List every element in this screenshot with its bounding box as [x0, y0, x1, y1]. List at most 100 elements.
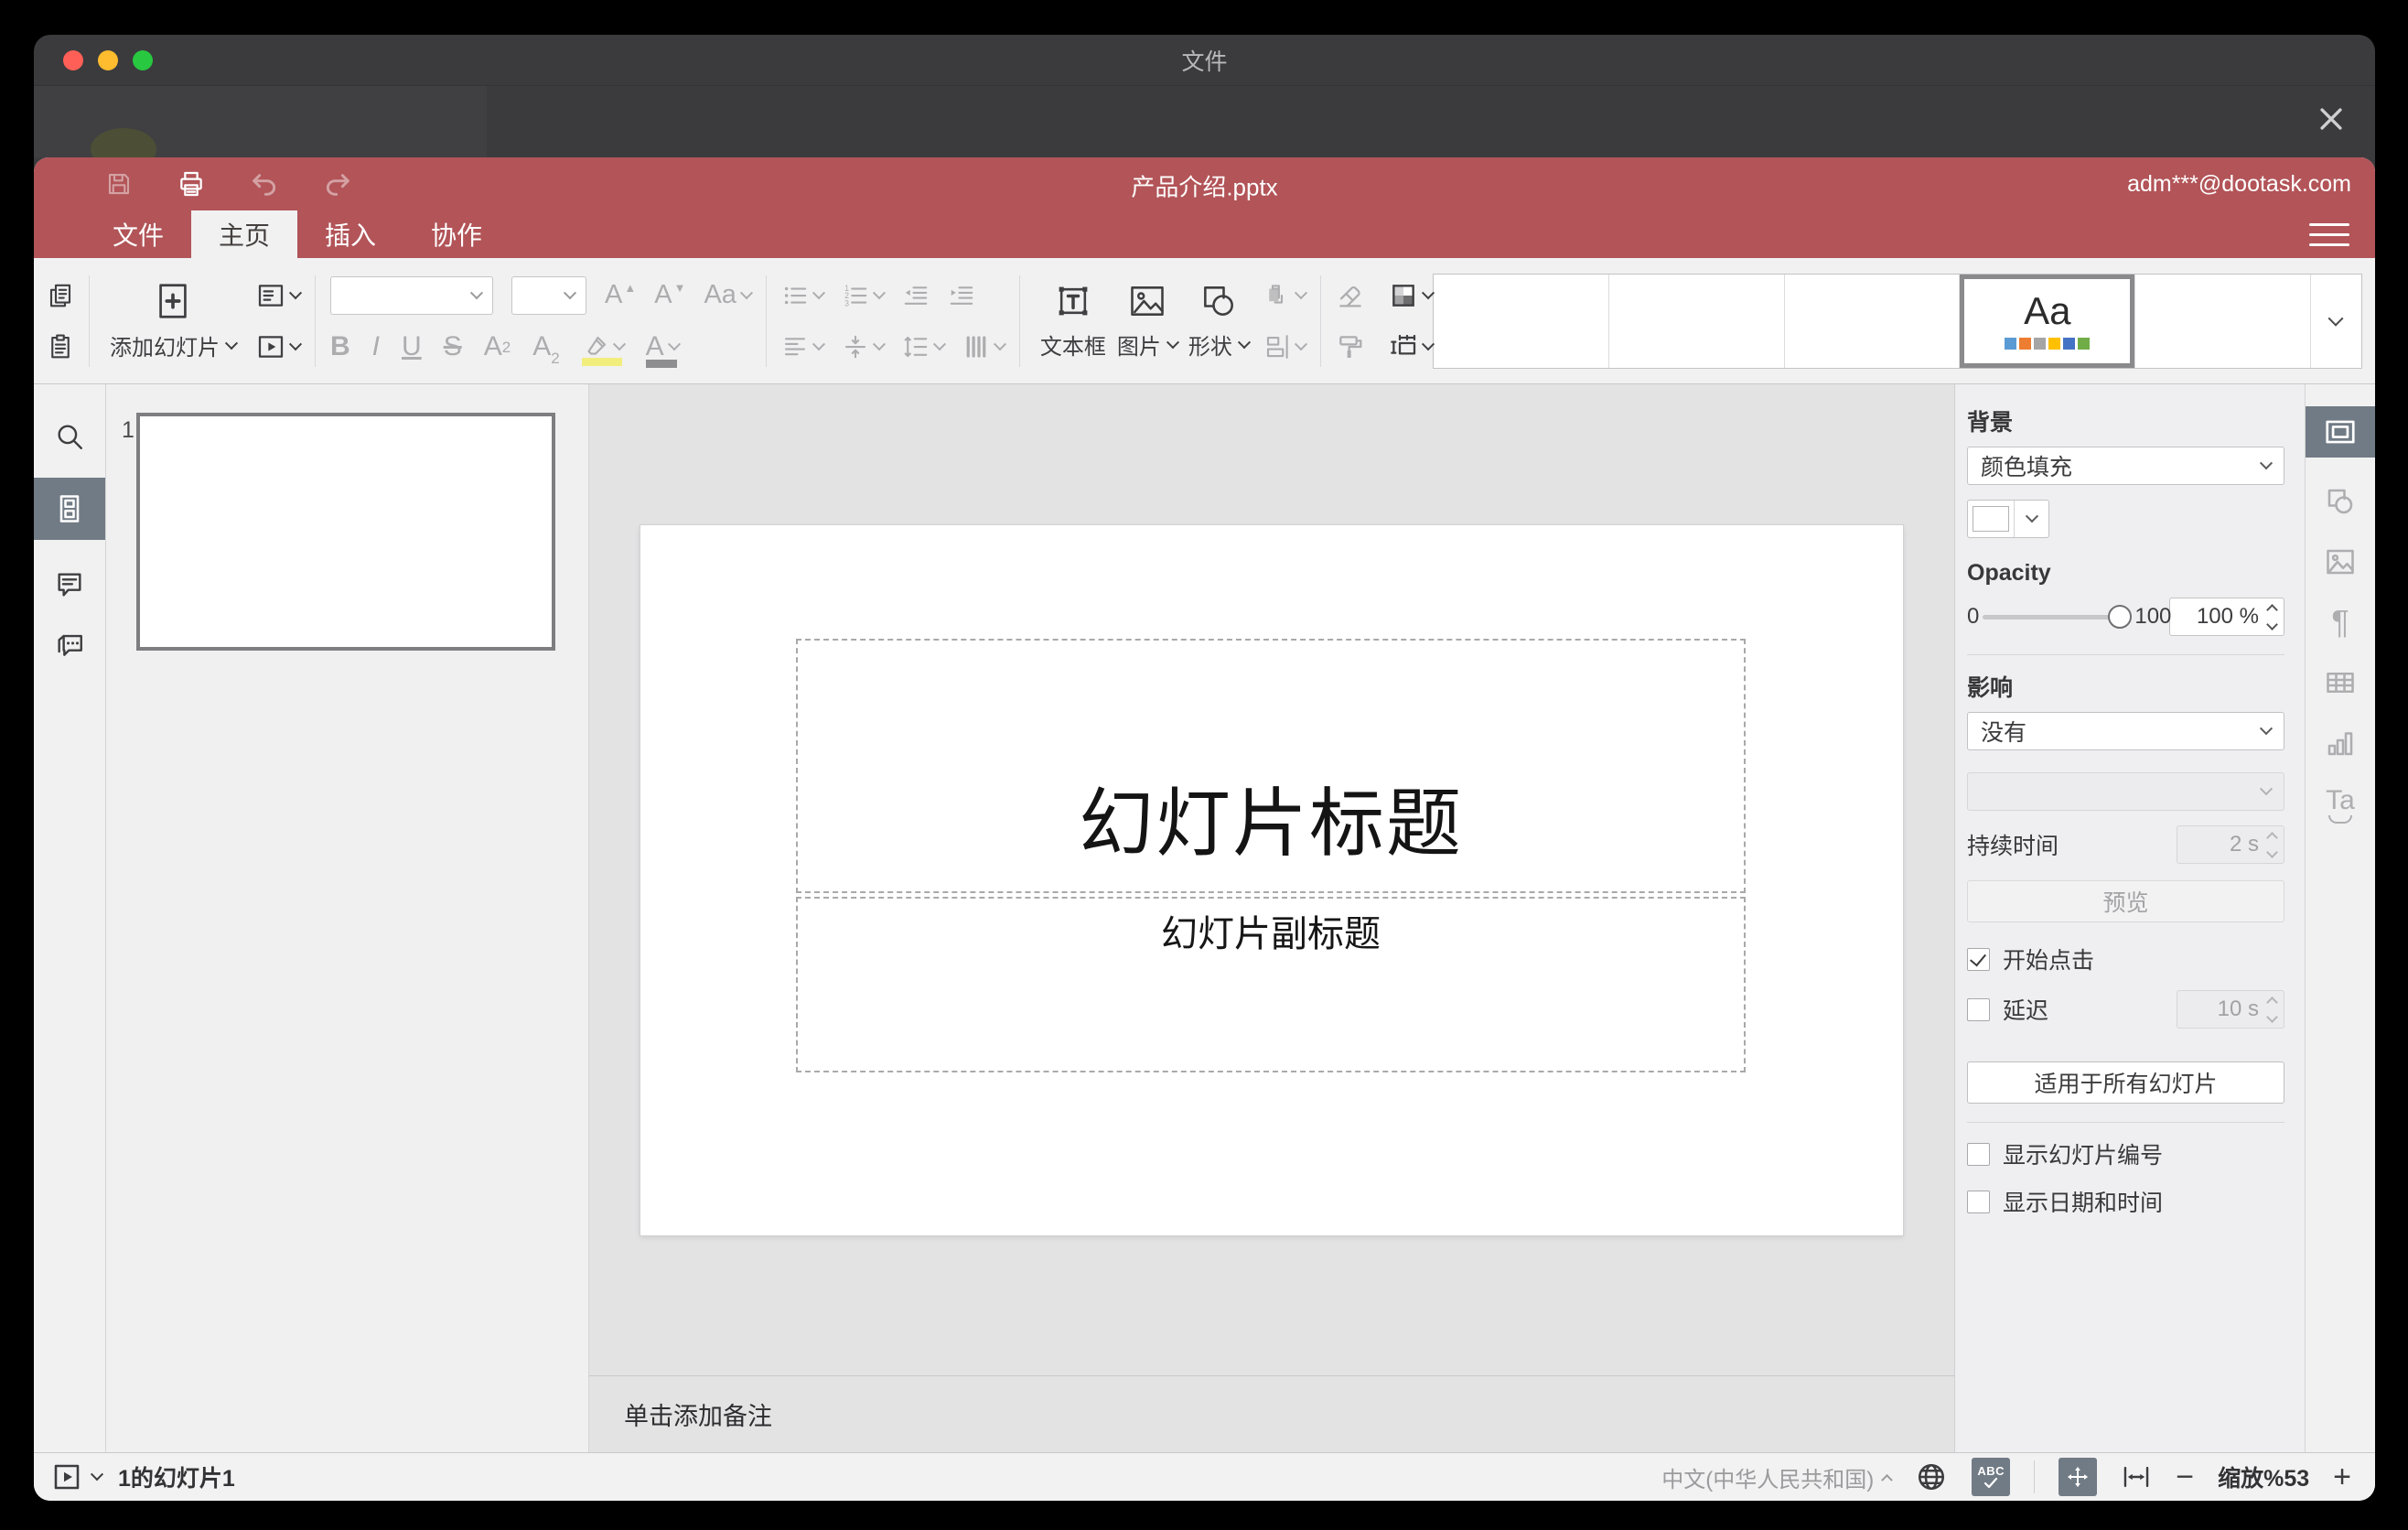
- spinner-arrows-icon[interactable]: [2266, 603, 2278, 630]
- comments-button[interactable]: [54, 569, 85, 600]
- textart-settings-button[interactable]: Ta: [2326, 787, 2355, 824]
- font-color-button[interactable]: A: [645, 331, 681, 368]
- fit-to-slide-button[interactable]: [2059, 1458, 2098, 1496]
- chevron-down-icon: [739, 286, 753, 299]
- theme-item-1[interactable]: [1434, 274, 1609, 368]
- chart-settings-button[interactable]: [2324, 727, 2357, 760]
- decrease-font-button[interactable]: A ▼: [654, 280, 685, 310]
- menu-hamburger-icon[interactable]: [2309, 218, 2349, 251]
- save-icon[interactable]: [105, 170, 133, 198]
- slide-settings-button[interactable]: [2306, 406, 2375, 458]
- subtitle-placeholder[interactable]: 幻灯片副标题: [796, 896, 1746, 1072]
- change-case-button[interactable]: Aa: [704, 280, 753, 310]
- highlight-color-button[interactable]: [581, 333, 626, 366]
- start-on-click-row: 开始点击: [1967, 943, 2284, 975]
- theme-item-5[interactable]: [2135, 275, 2310, 368]
- arrange-shape-button[interactable]: [1263, 282, 1307, 309]
- paragraph-settings-button[interactable]: ¶: [2331, 606, 2349, 639]
- minimize-traffic-light[interactable]: [98, 50, 118, 70]
- zoom-out-button[interactable]: −: [2176, 1461, 2194, 1492]
- effect-type-select[interactable]: [1967, 772, 2284, 811]
- table-settings-button[interactable]: [2324, 666, 2357, 699]
- numbered-list-button[interactable]: 123: [842, 282, 886, 309]
- delay-spinner[interactable]: 10 s: [2177, 990, 2284, 1029]
- chat-button[interactable]: [54, 630, 85, 661]
- theme-item-2[interactable]: [1609, 274, 1785, 368]
- start-on-click-checkbox[interactable]: [1967, 947, 1990, 971]
- font-name-combobox[interactable]: [330, 275, 493, 315]
- theme-item-3[interactable]: [1785, 274, 1961, 368]
- set-language-button[interactable]: [1915, 1460, 1948, 1493]
- tab-home[interactable]: 主页: [191, 210, 298, 258]
- slide-thumbnail-1[interactable]: [136, 413, 555, 651]
- chevron-down-icon: [812, 286, 825, 299]
- columns-button[interactable]: [962, 333, 1006, 361]
- language-button[interactable]: 中文(中华人民共和国): [1661, 1461, 1894, 1493]
- tab-insert[interactable]: 插入: [297, 210, 403, 258]
- change-layout-button[interactable]: [256, 281, 303, 310]
- tab-file[interactable]: 文件: [85, 210, 191, 258]
- line-spacing-button[interactable]: [902, 333, 946, 361]
- theme-item-selected[interactable]: Aa: [1960, 274, 2136, 368]
- preview-button[interactable]: 预览: [1967, 880, 2284, 922]
- slide-size-button[interactable]: [1389, 332, 1435, 361]
- copy-style-button[interactable]: [1336, 332, 1365, 361]
- start-slideshow-status-button[interactable]: [50, 1460, 104, 1493]
- show-date-checkbox[interactable]: [1967, 1190, 1990, 1213]
- background-fill-select[interactable]: 颜色填充: [1967, 447, 2284, 485]
- copy-button[interactable]: [47, 282, 74, 309]
- print-icon[interactable]: [177, 169, 206, 199]
- bullets-button[interactable]: [781, 282, 825, 309]
- opacity-spinner[interactable]: 100 %: [2169, 598, 2284, 636]
- theme-gallery-expand-button[interactable]: [2309, 274, 2361, 368]
- vertical-align-button[interactable]: [842, 333, 886, 361]
- add-slide-button[interactable]: 添加幻灯片: [104, 280, 242, 361]
- decrease-indent-button[interactable]: [902, 282, 930, 309]
- delay-checkbox[interactable]: [1967, 997, 1990, 1021]
- clear-style-button[interactable]: [1336, 281, 1365, 310]
- redo-icon[interactable]: [323, 169, 352, 199]
- subscript-button[interactable]: A2: [532, 331, 559, 366]
- fill-color-button[interactable]: [1389, 281, 1435, 310]
- status-bar: 1的幻灯片1 中文(中华人民共和国) ABC − 缩放%53 +: [34, 1452, 2375, 1501]
- font-size-combobox[interactable]: [511, 275, 586, 315]
- horizontal-align-button[interactable]: [781, 333, 825, 361]
- bold-button[interactable]: B: [330, 331, 350, 362]
- strikeout-button[interactable]: S: [444, 331, 462, 362]
- fit-to-width-button[interactable]: [2121, 1461, 2152, 1492]
- show-slide-number-checkbox[interactable]: [1967, 1142, 1990, 1166]
- start-slideshow-button[interactable]: [256, 332, 303, 361]
- insert-textbox-button[interactable]: 文本框: [1035, 281, 1112, 361]
- insert-image-button[interactable]: 图片: [1112, 281, 1183, 361]
- chart-settings-icon: [2327, 732, 2353, 756]
- effect-select[interactable]: 没有: [1967, 712, 2284, 750]
- opacity-slider[interactable]: 100: [1983, 604, 2171, 629]
- increase-indent-button[interactable]: [948, 282, 975, 309]
- opacity-slider-thumb[interactable]: [2108, 605, 2133, 629]
- notes-area[interactable]: 单击添加备注: [589, 1375, 1954, 1452]
- shape-settings-button[interactable]: [2324, 485, 2357, 518]
- background-color-picker[interactable]: [1967, 500, 2049, 538]
- close-traffic-light[interactable]: [63, 50, 83, 70]
- italic-button[interactable]: I: [372, 331, 380, 362]
- slide-1[interactable]: 幻灯片标题 幻灯片副标题: [640, 524, 1903, 1235]
- paste-button[interactable]: [47, 333, 74, 361]
- spellcheck-button[interactable]: ABC: [1972, 1458, 2011, 1496]
- search-button[interactable]: [54, 421, 85, 452]
- textart-curve: [2328, 815, 2352, 824]
- apply-to-all-slides-button[interactable]: 适用于所有幻灯片: [1967, 1061, 2284, 1104]
- title-placeholder[interactable]: 幻灯片标题: [796, 638, 1746, 893]
- slides-panel-button[interactable]: [34, 478, 105, 540]
- image-settings-button[interactable]: [2324, 545, 2357, 578]
- align-shape-button[interactable]: [1263, 333, 1307, 361]
- insert-shape-button[interactable]: 形状: [1183, 281, 1254, 361]
- tab-collaboration[interactable]: 协作: [403, 210, 510, 258]
- underline-button[interactable]: U: [402, 331, 422, 362]
- duration-spinner[interactable]: 2 s: [2177, 825, 2284, 864]
- zoom-traffic-light[interactable]: [133, 50, 153, 70]
- increase-font-button[interactable]: A ▲: [605, 280, 636, 310]
- undo-icon[interactable]: [250, 169, 279, 199]
- close-dialog-button[interactable]: [2311, 99, 2351, 139]
- superscript-button[interactable]: A2: [484, 331, 511, 362]
- zoom-in-button[interactable]: +: [2333, 1461, 2351, 1492]
